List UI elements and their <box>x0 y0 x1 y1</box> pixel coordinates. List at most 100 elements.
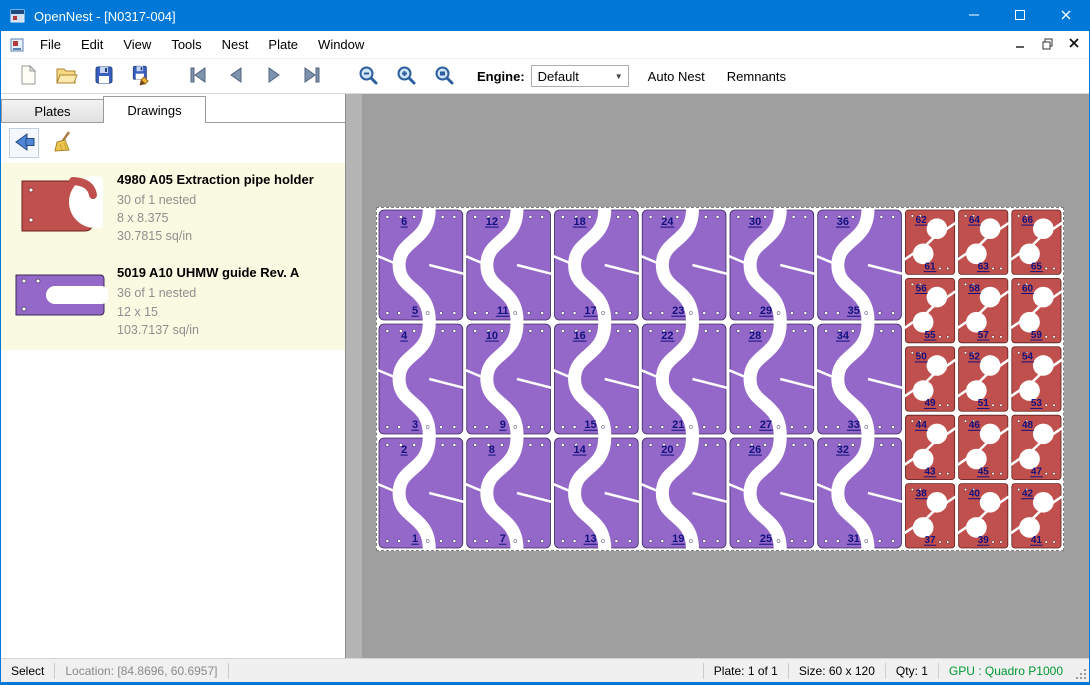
svg-text:40: 40 <box>969 489 981 500</box>
nested-part-pair[interactable]: 6463 <box>958 210 1009 274</box>
svg-text:27: 27 <box>760 419 772 431</box>
new-icon <box>16 63 40 90</box>
menu-view[interactable]: View <box>113 32 161 57</box>
nest-plate-svg[interactable]: 6512111817242330293635431091615222128273… <box>377 208 1063 550</box>
menu-plate[interactable]: Plate <box>258 32 308 57</box>
minimize-button[interactable] <box>951 1 997 31</box>
first-plate-button[interactable] <box>179 60 217 92</box>
nested-part-pair[interactable]: 4241 <box>1011 484 1062 548</box>
nested-part-pair[interactable]: 3029 <box>729 209 815 321</box>
status-gpu: GPU : Quadro P1000 <box>938 663 1073 679</box>
nested-part-pair[interactable]: 1211 <box>466 209 552 321</box>
nested-part-pair[interactable]: 21 <box>378 437 464 549</box>
drawing-list-item[interactable]: 4980 A05 Extraction pipe holder 30 of 1 … <box>1 163 345 256</box>
zoom-out-button[interactable] <box>349 60 387 92</box>
save-button[interactable] <box>85 60 123 92</box>
nested-part-pair[interactable]: 5655 <box>904 278 955 342</box>
last-plate-button[interactable] <box>293 60 331 92</box>
nested-part-pair[interactable]: 5857 <box>958 278 1009 342</box>
nested-part-pair[interactable]: 3231 <box>817 437 903 549</box>
nested-part-pair[interactable]: 3837 <box>904 484 955 548</box>
save-as-icon <box>130 63 154 90</box>
status-size: Size: 60 x 120 <box>788 663 885 679</box>
svg-text:9: 9 <box>500 419 506 431</box>
svg-text:36: 36 <box>837 216 849 228</box>
maximize-button[interactable] <box>997 1 1043 31</box>
nest-plate[interactable]: 6512111817242330293635431091615222128273… <box>376 207 1064 551</box>
nested-part-pair[interactable]: 2019 <box>641 437 727 549</box>
nested-part-pair[interactable]: 6665 <box>1011 210 1062 274</box>
zoom-fit-button[interactable] <box>425 60 463 92</box>
svg-text:19: 19 <box>672 533 684 545</box>
tab-plates[interactable]: Plates <box>1 99 104 122</box>
menu-window[interactable]: Window <box>308 32 374 57</box>
nested-part-pair[interactable]: 65 <box>378 209 464 321</box>
tab-drawings[interactable]: Drawings <box>103 96 206 123</box>
mdi-restore-button[interactable] <box>1035 35 1059 55</box>
nested-part-pair[interactable]: 109 <box>466 323 552 435</box>
close-button[interactable] <box>1043 1 1089 31</box>
svg-text:41: 41 <box>1031 535 1043 546</box>
nested-part-pair[interactable]: 40 39 <box>958 484 1009 548</box>
svg-text:12: 12 <box>486 216 498 228</box>
nested-part-pair[interactable]: 4443 <box>904 415 955 479</box>
add-to-nest-button[interactable] <box>9 128 39 158</box>
canvas-scroll-strip[interactable] <box>346 94 362 658</box>
engine-label: Engine: <box>477 69 525 84</box>
nested-part-pair[interactable]: 4847 <box>1011 415 1062 479</box>
clean-button[interactable] <box>49 128 79 158</box>
nested-part-pair[interactable]: 87 <box>466 437 552 549</box>
app-window: OpenNest - [N0317-004] File Edit View To… <box>0 0 1090 685</box>
svg-text:2: 2 <box>401 444 407 456</box>
auto-nest-button[interactable]: Auto Nest <box>645 65 708 88</box>
zoom-in-button[interactable] <box>387 60 425 92</box>
drawing-list-item[interactable]: 5019 A10 UHMW guide Rev. A 36 of 1 neste… <box>1 256 345 349</box>
nested-part-pair[interactable]: 43 <box>378 323 464 435</box>
resize-grip-icon[interactable] <box>1073 659 1089 682</box>
nested-part-pair[interactable]: 1413 <box>553 437 639 549</box>
menu-nest[interactable]: Nest <box>212 32 259 57</box>
svg-text:54: 54 <box>1022 352 1034 363</box>
nested-part-pair[interactable]: 6261 <box>904 210 955 274</box>
menu-tools[interactable]: Tools <box>161 32 211 57</box>
mdi-minimize-icon <box>1014 37 1026 52</box>
svg-text:39: 39 <box>978 535 990 546</box>
nested-part-pair[interactable]: 2221 <box>641 323 727 435</box>
svg-text:64: 64 <box>969 215 981 226</box>
nested-part-pair[interactable]: 5453 <box>1011 347 1062 411</box>
last-icon <box>300 63 324 90</box>
remnants-button[interactable]: Remnants <box>724 65 789 88</box>
nested-part-pair[interactable]: 1817 <box>553 209 639 321</box>
mdi-minimize-button[interactable] <box>1008 35 1032 55</box>
nested-part-pair[interactable]: 2827 <box>729 323 815 435</box>
svg-text:33: 33 <box>848 419 860 431</box>
nested-part-pair[interactable]: 3433 <box>817 323 903 435</box>
drawings-panel: 4980 A05 Extraction pipe holder 30 of 1 … <box>1 122 345 658</box>
engine-select[interactable]: Default ▼ <box>531 65 629 87</box>
nested-part-pair[interactable]: 5049 <box>904 347 955 411</box>
new-button[interactable] <box>9 60 47 92</box>
nested-part-pair[interactable]: 1615 <box>553 323 639 435</box>
nested-part-pair[interactable]: 2625 <box>729 437 815 549</box>
svg-text:23: 23 <box>672 305 684 317</box>
open-button[interactable] <box>47 60 85 92</box>
mdi-close-icon <box>1068 37 1080 52</box>
nested-part-pair[interactable]: 5251 <box>958 347 1009 411</box>
nested-part-pair[interactable]: 6059 <box>1011 278 1062 342</box>
next-plate-button[interactable] <box>255 60 293 92</box>
svg-text:35: 35 <box>848 305 860 317</box>
nested-part-pair[interactable]: 36 35 <box>817 209 903 321</box>
nested-part-pair[interactable]: 4645 <box>958 415 1009 479</box>
menu-edit[interactable]: Edit <box>71 32 113 57</box>
mdi-close-button[interactable] <box>1062 35 1086 55</box>
status-plate: Plate: 1 of 1 <box>703 663 788 679</box>
previous-plate-button[interactable] <box>217 60 255 92</box>
nest-canvas[interactable]: 6512111817242330293635431091615222128273… <box>346 94 1089 658</box>
save-as-button[interactable] <box>123 60 161 92</box>
maximize-icon <box>1014 9 1026 24</box>
open-folder-icon <box>54 63 78 90</box>
svg-text:5: 5 <box>412 305 418 317</box>
nested-part-pair[interactable]: 2423 <box>641 209 727 321</box>
menu-file[interactable]: File <box>30 32 71 57</box>
document-icon[interactable] <box>9 37 25 53</box>
